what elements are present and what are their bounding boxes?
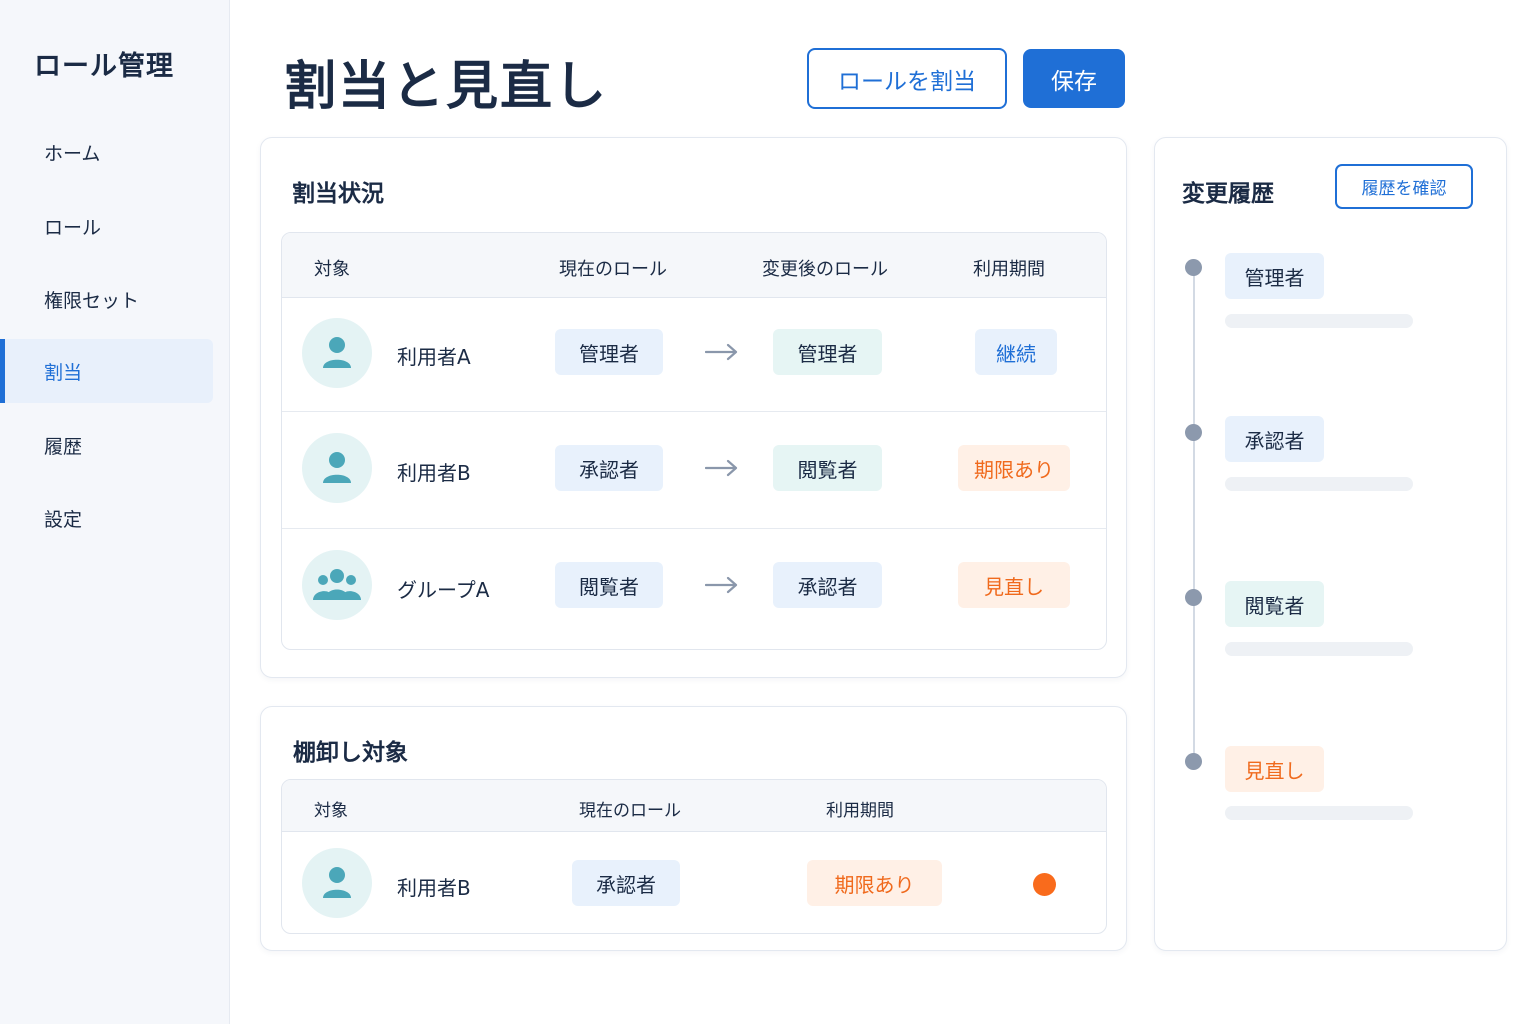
user-icon [323, 867, 351, 898]
history-entry-placeholder [1225, 642, 1413, 656]
current-role-badge: 承認者 [555, 445, 663, 491]
page-title: 割当と見直し [284, 57, 609, 117]
history-entry-placeholder [1225, 314, 1413, 328]
review-targets-title: 棚卸し対象 [293, 740, 408, 766]
column-header-target: 対象 [314, 259, 350, 280]
sidebar-item-home[interactable]: ホーム [0, 120, 213, 184]
group-avatar [302, 550, 372, 620]
user-icon [323, 452, 351, 483]
table-row[interactable]: 利用者B 承認者 閲覧者 期限あり [282, 412, 1106, 529]
history-entry-badge[interactable]: 見直し [1225, 746, 1324, 792]
history-entry-placeholder [1225, 806, 1413, 820]
column-header-new-role: 変更後のロール [762, 259, 888, 280]
view-history-button[interactable]: 履歴を確認 [1335, 164, 1473, 209]
history-entry-badge[interactable]: 管理者 [1225, 253, 1324, 299]
column-header-current-role: 現在のロール [559, 259, 667, 280]
table-row[interactable]: 利用者A 管理者 管理者 継続 [282, 298, 1106, 412]
status-indicator-dot [1033, 873, 1056, 896]
sidebar-item-label: 設定 [44, 508, 83, 531]
new-role-badge: 管理者 [773, 329, 882, 375]
history-entry-badge[interactable]: 承認者 [1225, 416, 1324, 462]
current-role-badge: 閲覧者 [555, 562, 663, 608]
new-role-badge: 承認者 [773, 562, 882, 608]
timeline-dot [1185, 424, 1202, 441]
table-row[interactable]: グループA 閲覧者 承認者 見直し [282, 529, 1106, 649]
current-role-badge: 管理者 [555, 329, 663, 375]
assign-role-button[interactable]: ロールを割当 [807, 48, 1007, 109]
timeline-dot [1185, 589, 1202, 606]
sidebar-item-label: ロール [44, 216, 102, 239]
period-badge: 見直し [958, 562, 1070, 608]
user-avatar [302, 848, 372, 918]
column-header-period: 利用期間 [973, 259, 1045, 280]
change-history-title: 変更履歴 [1182, 181, 1274, 207]
period-badge: 継続 [975, 329, 1057, 375]
new-role-badge: 閲覧者 [773, 445, 882, 491]
target-name: 利用者B [397, 876, 471, 900]
target-name: グループA [397, 578, 490, 602]
assignment-status-card: 割当状況 対象 現在のロール 変更後のロール 利用期間 利用者A 管理者 管理者… [260, 137, 1127, 678]
app-title: ロール管理 [34, 51, 174, 82]
table-header: 対象 現在のロール 利用期間 [282, 780, 1106, 832]
user-icon [323, 337, 351, 368]
sidebar-item-roles[interactable]: ロール [0, 194, 213, 258]
review-targets-card: 棚卸し対象 対象 現在のロール 利用期間 利用者B 承認者 期限あり [260, 706, 1127, 951]
arrow-right-icon [705, 459, 738, 477]
current-role-badge: 承認者 [572, 860, 680, 906]
user-avatar [302, 318, 372, 388]
target-name: 利用者B [397, 461, 471, 485]
review-table: 対象 現在のロール 利用期間 利用者B 承認者 期限あり [281, 779, 1107, 934]
timeline-dot [1185, 753, 1202, 770]
sidebar-item-permission-sets[interactable]: 権限セット [0, 267, 213, 331]
sidebar-item-history[interactable]: 履歴 [0, 413, 213, 477]
period-badge: 期限あり [807, 860, 942, 906]
arrow-right-icon [705, 343, 738, 361]
sidebar-item-label: ホーム [44, 142, 101, 165]
save-button[interactable]: 保存 [1023, 49, 1125, 108]
column-header-period: 利用期間 [826, 801, 894, 821]
timeline-line [1193, 268, 1195, 762]
group-icon [313, 569, 361, 600]
timeline-dot [1185, 259, 1202, 276]
sidebar-item-assignments[interactable]: 割当 [0, 339, 213, 403]
arrow-right-icon [705, 576, 738, 594]
table-row[interactable]: 利用者B 承認者 期限あり [282, 832, 1106, 933]
table-header: 対象 現在のロール 変更後のロール 利用期間 [282, 233, 1106, 298]
period-badge: 期限あり [958, 445, 1070, 491]
sidebar-item-settings[interactable]: 設定 [0, 486, 213, 550]
sidebar-item-label: 履歴 [44, 435, 83, 458]
history-entry-badge[interactable]: 閲覧者 [1225, 581, 1324, 627]
user-avatar [302, 433, 372, 503]
assignment-status-title: 割当状況 [292, 181, 384, 207]
sidebar: ロール管理 ホーム ロール 権限セット 割当 履歴 設定 [0, 0, 230, 1024]
change-history-card: 変更履歴 [1154, 137, 1507, 951]
assignment-table: 対象 現在のロール 変更後のロール 利用期間 利用者A 管理者 管理者 継続 利… [281, 232, 1107, 650]
sidebar-item-label: 割当 [44, 361, 83, 384]
history-entry-placeholder [1225, 477, 1413, 491]
column-header-current-role: 現在のロール [579, 801, 681, 821]
column-header-target: 対象 [314, 801, 348, 821]
target-name: 利用者A [397, 345, 471, 369]
sidebar-item-label: 権限セット [44, 289, 140, 312]
